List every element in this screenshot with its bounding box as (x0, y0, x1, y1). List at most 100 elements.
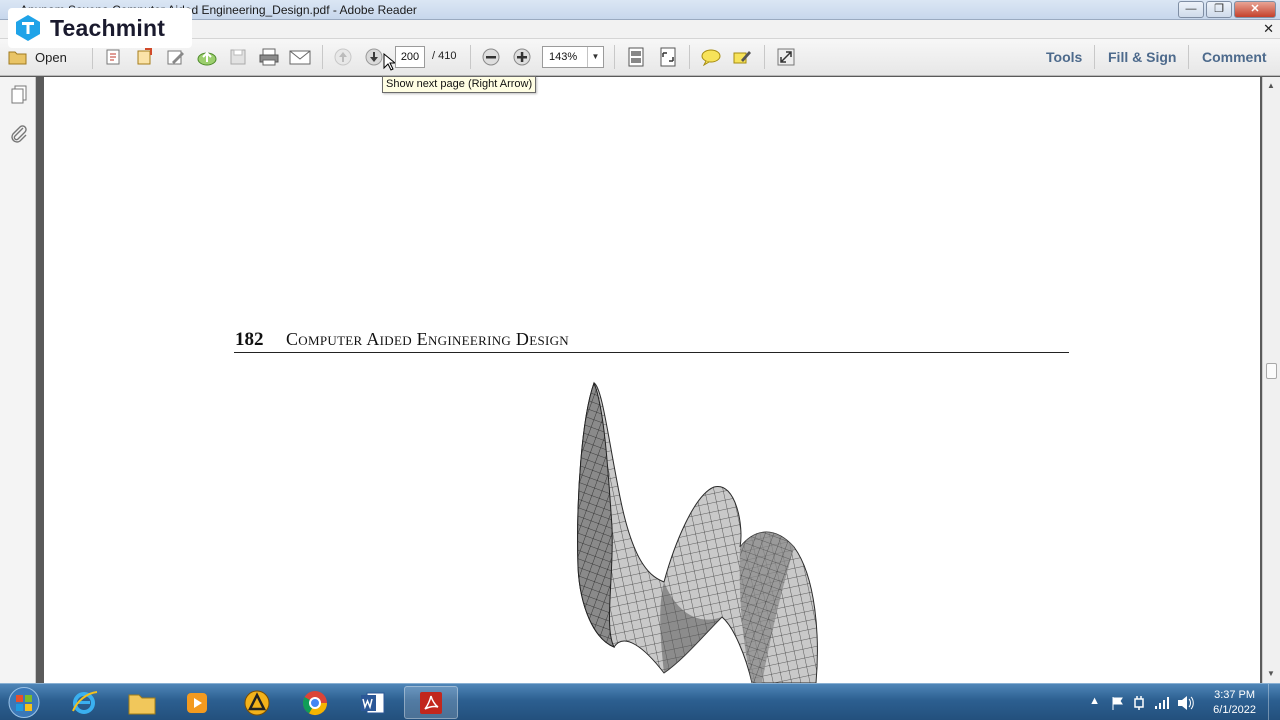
page-number: 182 (235, 329, 264, 350)
expand-icon (777, 48, 795, 66)
previous-page-button[interactable] (332, 46, 354, 68)
fill-sign-tab[interactable]: Fill & Sign (1108, 49, 1176, 65)
taskbar-chrome[interactable] (288, 686, 342, 719)
running-header: Computer Aided Engineering Design (286, 329, 569, 349)
word-icon (361, 692, 385, 713)
window-controls: — ❐ ✕ (1178, 1, 1276, 18)
power-icon[interactable] (1132, 695, 1146, 711)
network-signal-icon[interactable] (1154, 696, 1170, 710)
save-button[interactable] (227, 46, 249, 68)
pages-panel-icon (11, 85, 27, 104)
fit-page-icon (628, 47, 644, 67)
watermark-text: Teachmint (50, 14, 166, 41)
clock-date: 6/1/2022 (1213, 704, 1256, 716)
attachments-icon (11, 125, 27, 143)
window-title-bar: Anupam Saxena Computer Aided Engineering… (0, 0, 1280, 20)
edit-button[interactable] (165, 46, 187, 68)
email-button[interactable] (288, 46, 312, 68)
create-pdf-icon (106, 49, 120, 65)
volume-icon[interactable] (1176, 695, 1194, 711)
system-clock[interactable]: 3:37 PM 6/1/2022 (1213, 688, 1256, 718)
scroll-up-icon[interactable]: ▲ (1267, 81, 1275, 90)
fit-page-button[interactable] (625, 46, 647, 68)
highlight-button[interactable] (731, 46, 753, 68)
taskbar: ▲ 3:37 PM 6/1/2022 (0, 683, 1280, 720)
export-button[interactable] (134, 46, 156, 68)
zoom-in-icon (513, 48, 531, 66)
zoom-out-button[interactable] (480, 46, 502, 68)
zoom-in-button[interactable] (511, 46, 533, 68)
next-page-button[interactable] (363, 46, 385, 68)
create-pdf-button[interactable] (103, 46, 125, 68)
scroll-thumb[interactable] (1266, 363, 1277, 379)
open-label: Open (35, 49, 67, 65)
fit-width-button[interactable] (657, 46, 679, 68)
toolbar-divider (322, 45, 323, 69)
comment-tab[interactable]: Comment (1202, 49, 1267, 65)
teachmint-watermark: Teachmint (8, 8, 192, 48)
action-center-flag-icon[interactable] (1111, 696, 1125, 710)
upload-icon (197, 51, 217, 66)
show-desktop-button[interactable] (1268, 684, 1280, 720)
toolbar-divider (1188, 45, 1189, 69)
pages-panel-button[interactable] (9, 84, 29, 104)
vertical-scrollbar[interactable]: ▲ ▼ (1262, 77, 1280, 683)
upload-button[interactable] (196, 46, 218, 68)
internet-explorer-icon (72, 690, 98, 714)
media-player-icon (187, 692, 207, 713)
menu-bar: ✕ (0, 20, 1280, 39)
mouse-cursor-icon (383, 53, 395, 71)
open-folder-icon (8, 51, 27, 65)
print-icon (259, 48, 279, 66)
print-button[interactable] (257, 46, 281, 68)
left-navigation-pane (0, 77, 36, 683)
taskbar-internet-explorer[interactable] (57, 686, 111, 719)
toolbar-divider (1094, 45, 1095, 69)
clock-time: 3:37 PM (1214, 689, 1256, 701)
taskbar-adobe-reader[interactable] (404, 686, 458, 719)
zoom-value: 143% (549, 51, 578, 63)
taskbar-media-player[interactable] (170, 686, 224, 719)
document-view[interactable]: 182 Computer Aided Engineering Design (36, 77, 1266, 683)
scroll-down-icon[interactable]: ▼ (1267, 669, 1275, 678)
start-button[interactable] (4, 686, 44, 719)
surface-mesh-figure (577, 381, 818, 683)
chevron-down-icon[interactable]: ▼ (587, 47, 603, 67)
autocad-icon (244, 690, 270, 715)
close-button[interactable]: ✕ (1234, 1, 1276, 18)
next-page-tooltip: Show next page (Right Arrow) (382, 76, 537, 93)
page-number-input[interactable]: 200 (395, 46, 425, 68)
zoom-select[interactable]: 143% ▼ (542, 46, 604, 68)
next-page-icon (365, 48, 383, 66)
taskbar-word[interactable] (346, 686, 400, 719)
edit-icon (167, 50, 184, 65)
windows-start-icon (8, 687, 40, 718)
toolbar-divider (470, 45, 471, 69)
toolbar-divider (764, 45, 765, 69)
previous-page-icon (334, 48, 352, 66)
show-hidden-icons-button[interactable]: ▲ (1089, 695, 1100, 707)
page-total: / 410 (432, 50, 457, 62)
pdf-page: 182 Computer Aided Engineering Design (44, 77, 1260, 683)
attachments-button[interactable] (9, 124, 29, 144)
chrome-icon (302, 690, 327, 715)
save-icon (230, 49, 246, 65)
open-button[interactable]: Open (8, 46, 78, 68)
tools-tab[interactable]: Tools (1046, 49, 1082, 65)
toolbar-divider (689, 45, 690, 69)
expand-button[interactable] (775, 46, 797, 68)
file-explorer-icon (128, 694, 156, 714)
minimize-button[interactable]: — (1178, 1, 1204, 18)
close-document-button[interactable]: ✕ (1263, 21, 1274, 37)
sticky-note-button[interactable] (700, 46, 722, 68)
highlight-icon (733, 51, 751, 64)
sticky-note-icon (701, 49, 721, 66)
toolbar-divider (614, 45, 615, 69)
header-rule (234, 352, 1069, 353)
adobe-reader-icon (420, 691, 442, 714)
taskbar-autocad[interactable] (230, 686, 284, 719)
taskbar-file-explorer[interactable] (115, 686, 169, 719)
teachmint-logo-icon (16, 15, 40, 41)
export-icon (137, 48, 152, 65)
maximize-button[interactable]: ❐ (1206, 1, 1232, 18)
